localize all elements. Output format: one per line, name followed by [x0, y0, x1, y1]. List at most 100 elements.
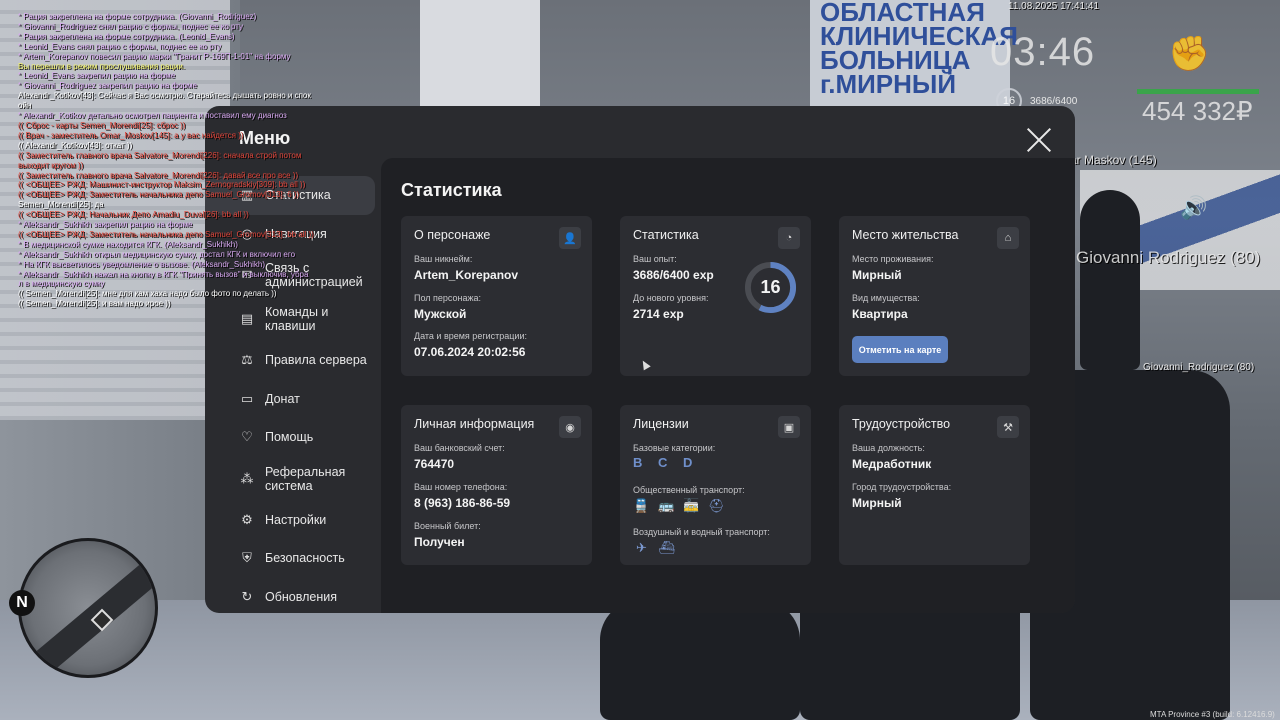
air-water-transport-icons: ✈ ⛴ — [633, 540, 675, 556]
mark-on-map-button[interactable]: Отметить на карте — [852, 336, 948, 363]
next-level-label: До нового уровня: — [633, 293, 709, 303]
hud-money: 454 332₽ — [1142, 96, 1253, 126]
trolleybus-icon: ⛑ — [708, 498, 725, 513]
base-categories-label: Базовые категории: — [633, 443, 716, 453]
user-icon: 👤 — [559, 227, 581, 249]
gender-label: Пол персонажа: — [414, 293, 482, 303]
card-licenses: Лицензии ▣ Базовые категории: B C D Обще… — [620, 405, 811, 565]
phone-label: Ваш номер телефона: — [414, 482, 508, 492]
property-value: Квартира — [852, 307, 908, 321]
level-number: 16 — [760, 277, 781, 297]
tram-icon: 🚋 — [683, 498, 700, 513]
chat-line: (( Врач - заместитель Omar_Moskov[145]: … — [18, 130, 244, 140]
chat-line: * Giovanni_Rodriguez снял рацию с формы,… — [18, 21, 244, 31]
chat-line: Semen_Morendi[25]: да — [18, 200, 104, 210]
place-value: Мирный — [852, 268, 902, 282]
sidebar-item-settings[interactable]: ⚙ Настройки — [205, 501, 381, 540]
chat-line: (( Заместитель главного врача Salvatore_… — [18, 170, 299, 180]
chat-line: Вы перешли в режим прослушивания рации. — [18, 61, 186, 71]
tools-icon: ⚒ — [997, 416, 1019, 438]
bus-icon: 🚌 — [658, 498, 675, 513]
public-transport-icons: 🚆 🚌 🚋 ⛑ — [633, 498, 725, 514]
sidebar-item-label: Помощь — [265, 430, 314, 445]
background-person — [1080, 190, 1140, 370]
nickname-label: Ваш никнейм: — [414, 254, 473, 264]
sidebar-item-help[interactable]: ♡ Помощь — [205, 418, 381, 457]
sidebar-item-label: Реферальная система — [265, 464, 346, 493]
nickname-value: Artem_Korepanov — [414, 268, 519, 282]
chat-line: (( Alexandr_Kotikov[43]: откат )) — [18, 140, 133, 150]
sidebar-item-label: Донат — [265, 391, 300, 406]
chat-line: * Leonid_Evans закрепил рацию на форме — [18, 71, 176, 81]
military-value: Получен — [414, 535, 465, 549]
sidebar-item-referral[interactable]: ⁂ Реферальная система — [205, 457, 381, 501]
card-personal-info: Личная информация ◉ Ваш банковский счет:… — [401, 405, 592, 565]
license-icon: ▣ — [778, 416, 800, 438]
minimap-road — [21, 541, 155, 675]
military-label: Военный билет: — [414, 521, 481, 531]
page-title: Статистика — [401, 180, 502, 200]
position-label: Ваша должность: — [852, 443, 925, 453]
chat-line: (( <ОБЩЕЕ> РЖД: Машинист-инструктор Maks… — [18, 180, 306, 190]
chat-line: * Aleksandr_Sukhikh закрепил рацию на фо… — [18, 220, 193, 230]
chat-line: (( Semen_Morendi[25]: мне для кам хаха н… — [18, 289, 277, 299]
build-version: MTA Province #3 (build: 6.12416.9) — [1150, 710, 1275, 719]
bank-label: Ваш банковский счет: — [414, 443, 505, 453]
registration-label: Дата и время регистрации: — [414, 331, 527, 341]
close-icon[interactable] — [1025, 126, 1053, 154]
position-value: Медработник — [852, 457, 932, 471]
chat-line: * Artem_Korepanov повесил рацию марки "Г… — [18, 51, 291, 61]
job-city-value: Мирный — [852, 496, 902, 510]
chat-line: * В медицинской сумке находится КГК. (Al… — [18, 239, 238, 249]
chat-line: л в медицинскую сумку — [18, 279, 105, 289]
chat-line: * Leonid_Evans снял рацию с формы, подне… — [18, 41, 222, 51]
hospital-sign-text: ОБЛАСТНАЯ КЛИНИЧЕСКАЯ БОЛЬНИЦА г.МИРНЫЙ — [820, 0, 1018, 99]
registration-value: 07.06.2024 20:02:56 — [414, 345, 526, 359]
speaker-icon: 🔊 — [1180, 195, 1208, 220]
plane-icon: ✈ — [636, 540, 647, 555]
gender-value: Мужской — [414, 307, 467, 321]
card-residence: Место жительства ⌂ Место проживания: Мир… — [839, 216, 1030, 376]
chat-line: * Aleksandr_Sukhikh открыл медицинскую с… — [18, 249, 296, 259]
chat-line: (( <ОБЩЕЕ> РЖД: Заместитель начальника д… — [18, 190, 300, 200]
job-city-label: Город трудоустройства: — [852, 482, 952, 492]
air-water-transport-label: Воздушный и водный транспорт: — [633, 527, 770, 537]
next-level-value: 2714 exp — [633, 307, 684, 321]
sidebar-item-label: Правила сервера — [265, 353, 367, 368]
hud-time: 03:46 — [990, 30, 1096, 74]
chat-line: Alexandr_Kotikov[43]: Сейчас я Вас осмот… — [18, 91, 311, 101]
shield-icon: ⛨ — [242, 550, 252, 566]
property-label: Вид имущества: — [852, 293, 920, 303]
chat-line: * На КГК высветилось уведомление о вызов… — [18, 259, 266, 269]
sidebar-item-security[interactable]: ⛨ Безопасность — [205, 539, 381, 578]
place-label: Место проживания: — [852, 254, 934, 264]
sidebar-item-donate[interactable]: ▭ Донат — [205, 380, 381, 419]
background-floor-sign — [420, 0, 540, 110]
public-transport-label: Общественный транспорт: — [633, 485, 745, 495]
card-title: О персонаже — [414, 228, 491, 242]
sidebar-item-rules[interactable]: ⚖ Правила сервера — [205, 341, 381, 380]
pie-chart-icon: ◔ — [778, 227, 800, 249]
boat-icon: ⛴ — [658, 540, 675, 555]
chat-line: (( Заместитель главного врача Salvatore_… — [18, 150, 302, 160]
chat-line: * Aleksandr_Sukhikh нажал на кнопку в КГ… — [18, 269, 309, 279]
player-nametag-small: Giovanni_Rodriguez (80) — [1143, 362, 1255, 373]
chat-line: * Рация закреплена на форме сотрудника. … — [18, 12, 257, 21]
update-icon: ↻ — [241, 588, 253, 604]
player-nametag-main: Giovanni Rodriguez (80) — [1076, 248, 1261, 267]
exp-label: Ваш опыт: — [633, 254, 677, 264]
card-title: Личная информация — [414, 417, 535, 431]
card-title: Лицензии — [633, 417, 689, 431]
sidebar-item-updates[interactable]: ↻ Обновления — [205, 578, 381, 614]
player-nametag: ar Maskov (145) — [1070, 153, 1157, 167]
sidebar-item-label: Настройки — [265, 512, 327, 527]
card-statistics: Статистика ◔ Ваш опыт: 3686/6400 exp До … — [620, 216, 811, 376]
document-icon: ▤ — [240, 311, 254, 326]
chat-line: выходит кругом )) — [18, 160, 84, 170]
chat-line: (( Semen_Morendi[25]: и вам надо ирое )) — [18, 299, 171, 309]
network-icon: ⁂ — [240, 470, 254, 486]
sidebar-item-label: Команды и клавиши — [265, 305, 329, 333]
id-badge-icon: ◉ — [559, 416, 581, 438]
hud-health-bar — [1137, 89, 1259, 94]
wallet-icon: ▭ — [240, 390, 254, 406]
